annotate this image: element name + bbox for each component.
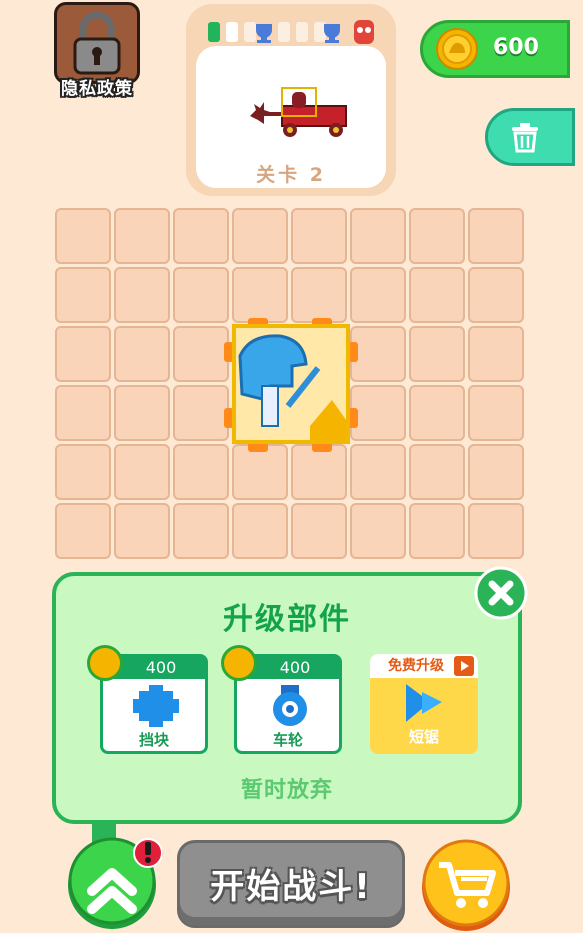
lock-icon (54, 2, 140, 84)
grid-cell[interactable] (468, 208, 524, 264)
wheel-part-icon (273, 685, 307, 726)
upgrade-title: 升级部件 (223, 602, 351, 637)
card-name: 车轮 (272, 731, 303, 749)
start-battle-button[interactable]: 开始战斗! (177, 840, 405, 928)
privacy-policy-button[interactable]: 隐私政策 (52, 2, 142, 100)
grid-cell[interactable] (114, 385, 170, 441)
grid-cell[interactable] (350, 503, 406, 559)
free-upgrade-label: 免费升级 (388, 658, 444, 674)
grid-cell[interactable] (468, 267, 524, 323)
upgrade-parts-panel: 升级部件 400 挡块 400 车轮 免费升级 短锯 暂时放弃 (52, 572, 522, 824)
close-icon[interactable] (474, 566, 528, 620)
start-battle-label: 开始战斗! (210, 867, 372, 907)
grid-cell[interactable] (291, 267, 347, 323)
trash-icon (512, 123, 538, 153)
grid-cell[interactable] (55, 208, 111, 264)
video-play-icon (454, 656, 474, 676)
vehicle-preview-icon (250, 87, 347, 137)
trash-button[interactable] (485, 108, 575, 166)
coin-icon (436, 28, 478, 70)
grid-cell[interactable] (55, 385, 111, 441)
grid-cell[interactable] (350, 267, 406, 323)
saw-part-icon (406, 684, 442, 722)
free-upgrade-banner: 免费升级 (370, 654, 478, 678)
grid-cell[interactable] (409, 503, 465, 559)
grid-cell[interactable] (409, 444, 465, 500)
grid-cell[interactable] (468, 503, 524, 559)
grid-cell[interactable] (173, 444, 229, 500)
grid-cell[interactable] (409, 267, 465, 323)
grid-cell[interactable] (55, 503, 111, 559)
trophy-icon-2 (324, 24, 340, 43)
card-name: 挡块 (138, 731, 169, 749)
card-name: 短锯 (408, 728, 439, 746)
shop-button[interactable] (417, 835, 515, 931)
level-label: 关卡 2 (256, 164, 326, 186)
grid-cell[interactable] (114, 444, 170, 500)
grid-cell[interactable] (173, 208, 229, 264)
upgrade-card-wheel[interactable]: 400 车轮 (221, 645, 342, 754)
coin-icon (221, 645, 257, 681)
grid-cell[interactable] (468, 385, 524, 441)
grid-cell[interactable] (468, 326, 524, 382)
coin-value: 600 (493, 35, 539, 60)
grid-cell[interactable] (409, 385, 465, 441)
coin-icon (87, 645, 123, 681)
coin-counter: 600 (420, 20, 570, 78)
trophy-icon (256, 24, 272, 43)
grid-cell[interactable] (232, 267, 288, 323)
upgrade-chevron-button[interactable] (64, 833, 162, 931)
grid-cell[interactable] (468, 444, 524, 500)
grid-cell[interactable] (173, 267, 229, 323)
grid-cell[interactable] (350, 208, 406, 264)
price-value: 400 (145, 658, 177, 677)
alert-badge-icon (133, 838, 162, 868)
grid-cell[interactable] (173, 385, 229, 441)
give-up-button[interactable]: 暂时放弃 (56, 772, 518, 804)
grid-cell[interactable] (409, 326, 465, 382)
grid-cell[interactable] (232, 503, 288, 559)
grid-cell[interactable] (173, 326, 229, 382)
upgrade-card-saw[interactable]: 免费升级 短锯 (370, 654, 478, 754)
grid-cell[interactable] (232, 208, 288, 264)
grid-cell[interactable] (55, 267, 111, 323)
grid-cell[interactable] (114, 326, 170, 382)
placed-saw-part[interactable] (222, 316, 360, 456)
block-part-icon (133, 685, 179, 727)
upgrade-card-block[interactable]: 400 挡块 (87, 645, 208, 754)
price-value: 400 (279, 658, 311, 677)
level-progress-bar (208, 20, 374, 44)
grid-cell[interactable] (409, 208, 465, 264)
level-preview-panel: 关卡 2 (186, 4, 396, 196)
grid-cell[interactable] (114, 503, 170, 559)
grid-cell[interactable] (55, 326, 111, 382)
grid-cell[interactable] (173, 503, 229, 559)
grid-cell[interactable] (114, 267, 170, 323)
grid-cell[interactable] (55, 444, 111, 500)
grid-cell[interactable] (114, 208, 170, 264)
skull-icon (354, 20, 374, 44)
privacy-label: 隐私政策 (61, 79, 133, 99)
grid-cell[interactable] (291, 208, 347, 264)
grid-cell[interactable] (291, 503, 347, 559)
